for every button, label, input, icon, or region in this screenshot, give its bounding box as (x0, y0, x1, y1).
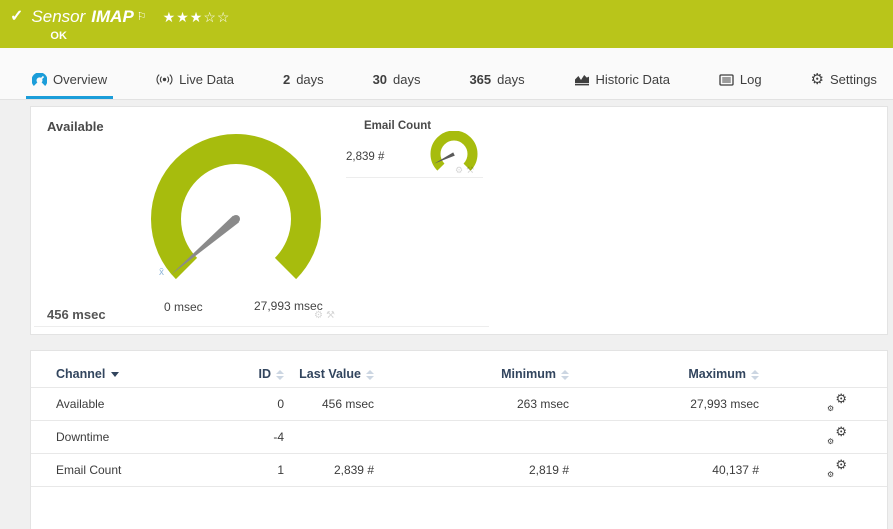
tab-bar: Overview Live Data 2 days 30 days 365 da… (0, 48, 893, 100)
table-header-row: Channel ID Last Value Minimum Maximum (31, 351, 887, 388)
tab-label: Log (739, 72, 762, 87)
column-label: ID (258, 367, 272, 381)
average-marker: x̄ (159, 267, 164, 278)
tab-label: Live Data (179, 72, 235, 87)
status-badge: OK (50, 30, 67, 42)
tab-30-days[interactable]: 30 days (367, 72, 427, 99)
sort-icon (561, 369, 569, 380)
tab-365-days[interactable]: 365 days (463, 72, 530, 99)
tab-number: 2 (282, 72, 291, 87)
tab-number: 30 (372, 72, 388, 87)
tab-2-days[interactable]: 2 days (277, 72, 330, 99)
channel-maximum: 40,137 # (569, 453, 759, 487)
historic-chart-icon (574, 75, 589, 86)
priority-star-rating[interactable]: ★★★☆☆ (163, 9, 231, 25)
sort-desc-icon (111, 372, 120, 378)
tools-icon[interactable]: ⚒ (466, 165, 477, 175)
channel-last-value: 2,839 # (284, 453, 374, 487)
page-title: Sensor IMAP ⚐ ★★★☆☆ (31, 7, 230, 27)
tab-historic-data[interactable]: Historic Data (568, 72, 676, 99)
tab-overview[interactable]: Overview (26, 72, 114, 99)
available-scale-min: 0 msec (164, 300, 203, 314)
channel-name: Email Count (31, 453, 216, 487)
available-gauge-title: Available (47, 119, 104, 134)
channel-minimum (374, 420, 569, 454)
gear-icon: ⚙ (827, 404, 835, 413)
channel-minimum: 2,819 # (374, 453, 569, 487)
tab-number: 365 (469, 72, 492, 87)
tab-label: days (393, 72, 421, 87)
available-current-value: 456 msec (47, 307, 106, 322)
table-row: Email Count 1 2,839 # 2,819 # 40,137 # ⚙… (31, 453, 887, 487)
channel-id: 1 (216, 453, 284, 487)
channel-last-value (284, 420, 374, 454)
gear-icon: ⚙ (835, 457, 847, 472)
channel-id: -4 (216, 420, 284, 454)
column-header-settings (759, 351, 887, 388)
column-header-last-value[interactable]: Last Value (284, 351, 374, 388)
channel-id: 0 (216, 387, 284, 421)
tab-live-data[interactable]: Live Data (150, 72, 240, 99)
channel-last-value: 456 msec (284, 387, 374, 421)
channel-maximum (569, 420, 759, 454)
sort-icon (751, 369, 759, 380)
sort-icon (276, 369, 284, 380)
gear-icon: ⚙ (835, 424, 847, 439)
tab-log[interactable]: Log (713, 72, 768, 99)
email-count-current-value: 2,839 # (346, 151, 385, 163)
channel-name: Downtime (31, 420, 216, 454)
channel-name: Available (31, 387, 216, 421)
email-count-gauge-title: Email Count (364, 120, 432, 132)
tab-settings[interactable]: ⚙ Settings (805, 72, 883, 99)
channel-settings-icon[interactable]: ⚙ ⚙ (827, 457, 847, 479)
tools-icon[interactable]: ⚒ (326, 310, 338, 321)
gauges-panel: Available x̄ 0 msec 27,993 msec 456 msec… (30, 106, 888, 335)
column-label: Last Value (299, 367, 361, 381)
column-header-id[interactable]: ID (216, 351, 284, 388)
channel-settings-icon[interactable]: ⚙ ⚙ (827, 424, 847, 446)
email-gauge-settings-icons[interactable]: ⚙⚒ (455, 165, 477, 176)
gear-icon: ⚙ (827, 437, 835, 446)
live-data-icon (156, 74, 173, 85)
sort-icon (366, 369, 374, 380)
gear-icon[interactable]: ⚙ (314, 310, 326, 321)
sensor-header: ✓ Sensor IMAP ⚐ ★★★☆☆ OK (0, 0, 893, 48)
channel-table-panel: Channel ID Last Value Minimum Maximum Av… (30, 350, 888, 529)
channel-settings-icon[interactable]: ⚙ ⚙ (827, 391, 847, 413)
channel-table: Channel ID Last Value Minimum Maximum Av… (31, 351, 887, 487)
gear-icon: ⚙ (835, 391, 847, 406)
tab-label: Settings (829, 72, 877, 87)
divider (346, 177, 483, 178)
channel-maximum: 27,993 msec (569, 387, 759, 421)
sensor-name: IMAP (91, 7, 134, 26)
column-header-maximum[interactable]: Maximum (569, 351, 759, 388)
tab-label: days (296, 72, 324, 87)
column-header-channel[interactable]: Channel (31, 351, 216, 388)
column-label: Minimum (501, 367, 556, 381)
column-label: Channel (56, 367, 106, 381)
tab-label: days (497, 72, 525, 87)
channel-minimum: 263 msec (374, 387, 569, 421)
gear-icon: ⚙ (810, 70, 824, 88)
status-check-icon: ✓ (10, 8, 24, 25)
available-gauge-settings-icons[interactable]: ⚙⚒ (314, 310, 338, 321)
available-scale-max: 27,993 msec (254, 299, 323, 313)
available-gauge: x̄ (151, 134, 321, 280)
tab-label: Historic Data (595, 72, 670, 87)
column-label: Maximum (688, 367, 746, 381)
divider (34, 326, 489, 327)
table-row: Available 0 456 msec 263 msec 27,993 mse… (31, 387, 887, 421)
log-icon (719, 73, 734, 86)
sensor-type-label: Sensor (31, 7, 86, 26)
tab-label: Overview (53, 72, 108, 87)
gear-icon: ⚙ (827, 470, 835, 479)
table-row: Downtime -4 ⚙ ⚙ (31, 420, 887, 454)
gauge-icon (32, 72, 47, 86)
flag-icon: ⚐ (136, 11, 147, 23)
column-header-minimum[interactable]: Minimum (374, 351, 569, 388)
gear-icon[interactable]: ⚙ (455, 165, 466, 175)
